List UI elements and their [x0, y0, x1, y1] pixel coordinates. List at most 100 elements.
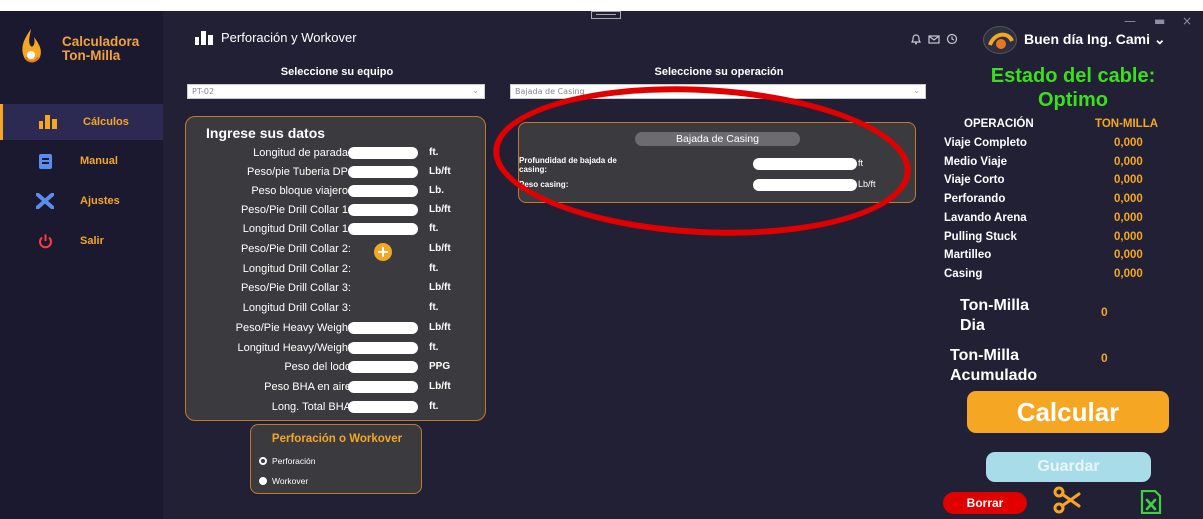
operation-row: Viaje Completo 0,000 [944, 137, 1194, 155]
close-button[interactable]: × [1182, 14, 1192, 28]
drag-handle[interactable] [591, 11, 621, 19]
field-label: Longitud Drill Collar 2: [242, 263, 351, 275]
operation-row: Viaje Corto 0,000 [944, 174, 1194, 192]
longitud-drill-collar-1-input[interactable] [348, 223, 418, 235]
page-title: Perforación y Workover [221, 30, 357, 45]
radio-perforacion[interactable]: Perforación [259, 456, 315, 466]
operation-name: Martilleo [944, 249, 992, 261]
operation-value: 0,000 [1114, 193, 1143, 205]
header-icons [910, 33, 958, 48]
ton-milla-dia-label: Ton-Milla Dia [960, 296, 1029, 336]
field-unit: Lb/ft [429, 322, 451, 333]
field-label: Peso BHA en aire [264, 381, 351, 393]
borrar-button[interactable]: Borrar [943, 492, 1027, 514]
maximize-button[interactable]: ▬ [1154, 14, 1165, 28]
bell-icon[interactable] [910, 33, 922, 48]
radio-label: Workover [272, 476, 309, 486]
greeting-menu[interactable]: Buen día Ing. Cami ⌄ [1024, 31, 1166, 48]
radio-workover[interactable]: Workover [259, 476, 308, 486]
sidebar: Calculadora Ton-Milla Cálculos Manual Aj… [0, 11, 163, 519]
field-label: Peso bloque viajero: [251, 185, 351, 197]
field-row: Peso BHA en aire Lb/ft [186, 379, 487, 397]
field-label: Peso/Pie Drill Collar 1: [240, 204, 351, 216]
avatar[interactable] [983, 26, 1017, 54]
field-row: Peso/Pie Drill Collar 1: Lb/ft [186, 202, 487, 220]
minimize-button[interactable]: — [1124, 14, 1136, 28]
peso-drill-collar-1-input[interactable] [348, 204, 418, 216]
operation-value: 0,000 [1114, 249, 1143, 261]
sidebar-item-ajustes[interactable]: Ajustes [0, 183, 163, 219]
operation-name: Pulling Stuck [944, 231, 1017, 243]
field-label: Longitud Drill Collar 3: [242, 302, 351, 314]
operation-name: Medio Viaje [944, 156, 1008, 168]
operation-value: 0,000 [1114, 212, 1143, 224]
chevron-down-icon: ⌄ [472, 86, 479, 95]
scissors-icon[interactable] [1053, 486, 1081, 514]
operacion-label: Seleccione su operación [654, 66, 784, 78]
field-row: Peso bloque viajero: Lb. [186, 183, 487, 201]
brand-line-1: Calculadora [62, 34, 140, 49]
field-unit: PPG [429, 361, 451, 372]
column-header-operacion: OPERACIÓN [964, 118, 1034, 130]
field-row: Longitud de parada: ft. [186, 145, 487, 163]
operation-row: Casing 0,000 [944, 268, 1194, 286]
guardar-button[interactable]: Guardar [986, 452, 1151, 482]
sidebar-item-label: Salir [80, 235, 104, 247]
peso-tuberia-dp-input[interactable] [348, 166, 418, 178]
clock-icon[interactable] [946, 33, 958, 48]
operacion-selected-value: Bajada de Casing [515, 87, 585, 96]
field-label: Longitud Heavy/Weight [237, 342, 351, 354]
field-label: Peso del lodo [284, 361, 351, 373]
field-unit: Lb/ft [429, 381, 451, 392]
operation-name: Casing [944, 268, 983, 280]
field-label: Longitud Drill Collar 1: [242, 223, 351, 235]
operation-name: Viaje Completo [944, 137, 1027, 149]
ton-milla-dia-line-2: Dia [960, 317, 985, 334]
sidebar-item-label: Manual [80, 155, 118, 167]
sidebar-item-manual[interactable]: Manual [0, 143, 163, 179]
field-label: Peso/Pie Drill Collar 2: [240, 243, 351, 255]
power-icon [36, 232, 54, 250]
ton-milla-acumulado-value: 0 [1101, 351, 1108, 365]
cable-status-label: Estado del cable: [990, 65, 1156, 87]
mail-icon[interactable] [928, 33, 940, 48]
ton-milla-acum-line-1: Ton-Milla [950, 347, 1020, 364]
field-row: Longitud Drill Collar 1: ft. [186, 221, 487, 239]
equipo-label: Seleccione su equipo [280, 66, 394, 78]
equipo-select[interactable]: PT-02 ⌄ [187, 84, 485, 99]
field-unit: ft. [429, 263, 439, 274]
field-unit: ft. [429, 342, 439, 353]
long-total-bha-input[interactable] [348, 401, 418, 413]
longitud-parada-input[interactable] [348, 147, 418, 159]
peso-bha-aire-input[interactable] [348, 381, 418, 393]
calcular-button[interactable]: Calcular [967, 391, 1169, 433]
excel-export-icon[interactable] [1140, 490, 1162, 514]
field-row: Peso/Pie Drill Collar 3: Lb/ft [186, 280, 487, 298]
drilling-rig-icon [195, 30, 213, 45]
field-row: Peso/pie Tuberia DP: Lb/ft [186, 164, 487, 182]
radio-dot [259, 477, 267, 485]
sidebar-item-calculos[interactable]: Cálculos [0, 104, 163, 140]
data-input-panel: Ingrese sus datos Longitud de parada: ft… [185, 116, 486, 421]
operation-value: 0,000 [1114, 137, 1143, 149]
peso-lodo-input[interactable] [348, 361, 418, 373]
add-drill-collar-button[interactable]: + [374, 243, 392, 261]
ton-milla-dia-value: 0 [1101, 305, 1108, 319]
peso-bloque-viajero-input[interactable] [348, 185, 418, 197]
ton-milla-acumulado-label: Ton-Milla Acumulado [950, 346, 1037, 386]
field-unit: ft. [429, 147, 439, 158]
drilling-rig-icon [39, 113, 57, 131]
book-icon [36, 152, 54, 170]
operation-value: 0,000 [1114, 268, 1143, 280]
peso-heavy-weight-input[interactable] [348, 322, 418, 334]
radio-dot [259, 457, 267, 465]
page-header: Perforación y Workover [195, 30, 357, 45]
sidebar-item-salir[interactable]: Salir [0, 223, 163, 259]
chevron-down-icon: ⌄ [1153, 31, 1166, 47]
radio-label: Perforación [272, 456, 316, 466]
field-unit: Lb/ft [429, 166, 451, 177]
tools-icon [36, 192, 54, 210]
field-row: Longitud Heavy/Weight ft. [186, 340, 487, 358]
field-unit: Lb/ft [429, 282, 451, 293]
longitud-heavy-weight-input[interactable] [348, 342, 418, 354]
